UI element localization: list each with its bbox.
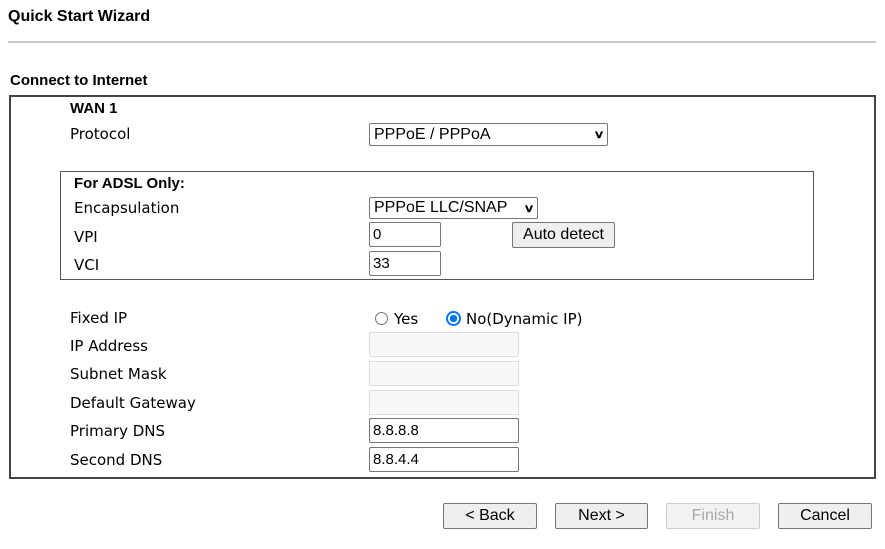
primary-dns-label: Primary DNS <box>70 422 166 440</box>
second-dns-label: Second DNS <box>70 451 163 469</box>
protocol-label: Protocol <box>70 125 131 143</box>
fixed-ip-label: Fixed IP <box>70 309 128 327</box>
encapsulation-value: PPPoE LLC/SNAP <box>374 199 508 216</box>
chevron-down-icon: ∨ <box>593 129 605 141</box>
fixed-ip-no-radio[interactable] <box>446 311 461 326</box>
page-title: Quick Start Wizard <box>8 8 151 25</box>
encapsulation-select[interactable]: PPPoE LLC/SNAP ∨ <box>369 197 538 219</box>
section-title: Connect to Internet <box>10 72 148 89</box>
vpi-input[interactable]: 0 <box>369 222 441 247</box>
protocol-select[interactable]: PPPoE / PPPoA ∨ <box>369 123 608 146</box>
cancel-button[interactable]: Cancel <box>778 503 872 529</box>
fixed-ip-no-label: No(Dynamic IP) <box>466 310 583 328</box>
vci-input[interactable]: 33 <box>369 251 441 276</box>
wan-heading: WAN 1 <box>70 100 118 117</box>
chevron-down-icon: ∨ <box>523 202 535 215</box>
auto-detect-button[interactable]: Auto detect <box>512 222 615 248</box>
default-gateway-input[interactable] <box>369 390 519 415</box>
second-dns-input[interactable]: 8.8.4.4 <box>369 447 519 472</box>
default-gateway-label: Default Gateway <box>70 394 196 412</box>
fixed-ip-yes-label: Yes <box>394 310 419 328</box>
vpi-label: VPI <box>74 228 98 246</box>
ip-address-input[interactable] <box>369 332 519 357</box>
adsl-heading: For ADSL Only: <box>74 175 185 192</box>
fixed-ip-yes-radio[interactable] <box>375 312 388 325</box>
protocol-value: PPPoE / PPPoA <box>374 125 491 143</box>
back-button[interactable]: < Back <box>443 503 537 529</box>
finish-button[interactable]: Finish <box>666 503 760 529</box>
ip-address-label: IP Address <box>70 337 148 355</box>
next-button[interactable]: Next > <box>555 503 648 529</box>
primary-dns-input[interactable]: 8.8.8.8 <box>369 418 519 443</box>
divider <box>8 41 876 43</box>
subnet-mask-input[interactable] <box>369 361 519 386</box>
vci-label: VCI <box>74 256 100 274</box>
encapsulation-label: Encapsulation <box>74 199 180 217</box>
subnet-mask-label: Subnet Mask <box>70 365 167 383</box>
